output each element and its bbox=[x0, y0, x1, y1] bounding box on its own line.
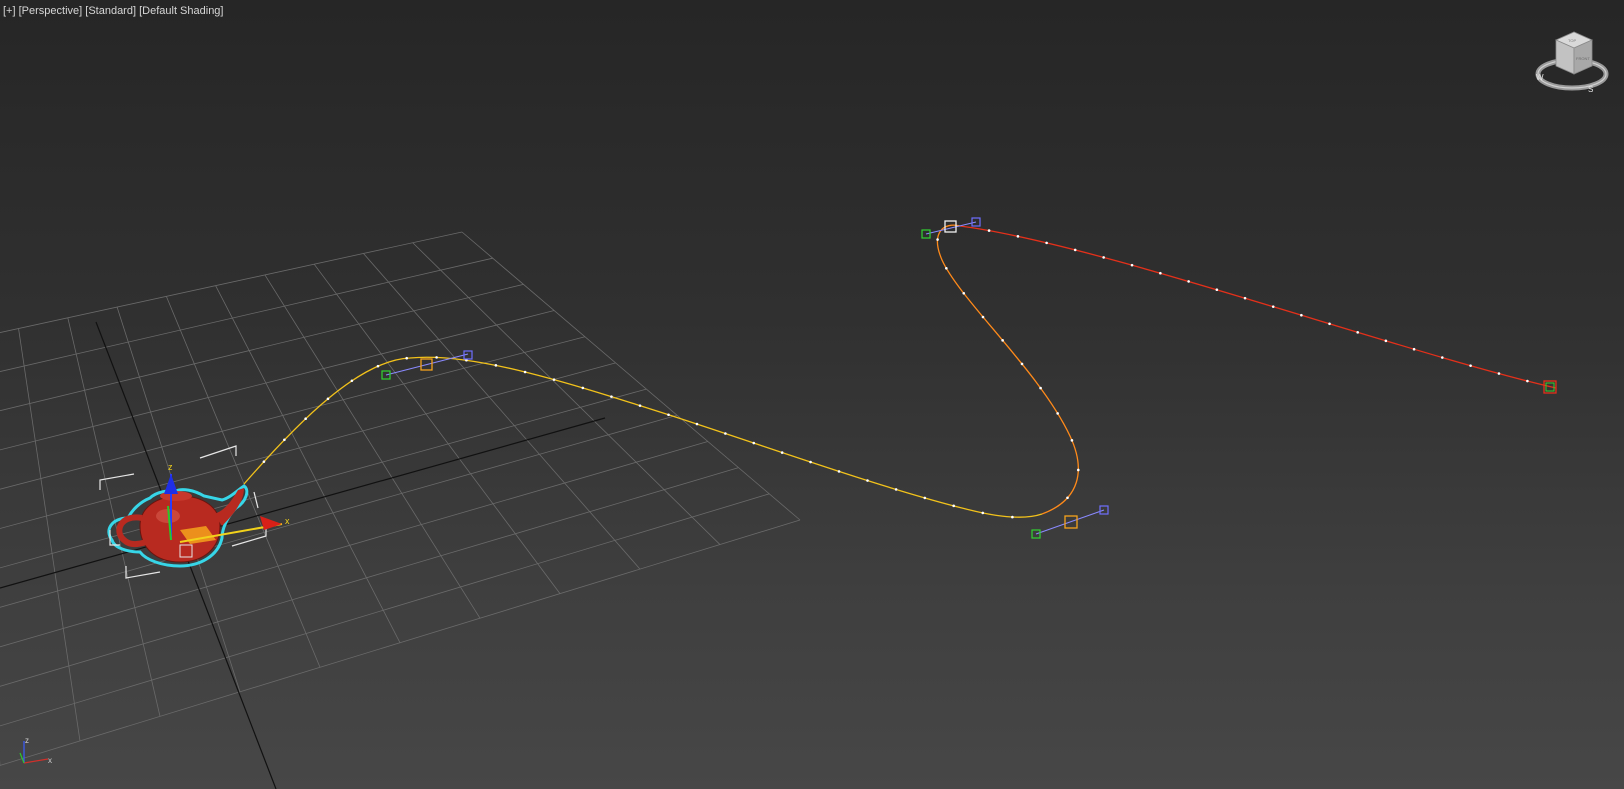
teapot-object[interactable] bbox=[99, 445, 267, 579]
home-grid bbox=[0, 231, 801, 789]
spline-step-dot bbox=[1384, 339, 1388, 343]
spline-step-dot bbox=[1001, 339, 1004, 342]
spline-step-dot bbox=[923, 496, 927, 500]
spline-segment-2[interactable] bbox=[936, 224, 1079, 515]
grid-line bbox=[0, 493, 770, 727]
viewcube-compass-s[interactable]: S bbox=[1588, 85, 1593, 94]
spline-step-dot bbox=[376, 364, 380, 368]
spline-step-dot bbox=[523, 370, 527, 374]
spline-step-dot bbox=[1215, 288, 1219, 292]
spline-interpolation-steps bbox=[262, 229, 1529, 519]
spline-segment-1[interactable] bbox=[243, 356, 1043, 518]
viewcube-top-label: TOP bbox=[1568, 38, 1576, 43]
spline-step-dot bbox=[405, 356, 408, 360]
spline-path[interactable] bbox=[243, 217, 1557, 539]
spline-step-dot bbox=[1066, 496, 1069, 500]
grid-line bbox=[363, 253, 641, 570]
spline-step-dot bbox=[780, 451, 784, 454]
grid-line bbox=[215, 285, 401, 643]
spline-step-dot bbox=[304, 417, 307, 421]
spline-step-dot bbox=[752, 441, 756, 445]
spline-step-dot bbox=[638, 404, 642, 407]
spline-step-dot bbox=[1039, 386, 1042, 390]
spline-step-dot bbox=[1526, 379, 1529, 383]
spline-step-dot bbox=[936, 238, 939, 241]
grid-line bbox=[0, 283, 524, 412]
axis-tripod-icon: x z bbox=[19, 736, 52, 765]
grid-line bbox=[0, 336, 586, 490]
spline-step-dot bbox=[809, 460, 812, 464]
spline-step-dot bbox=[326, 397, 330, 401]
grid-line bbox=[18, 328, 81, 741]
spline-step-dot bbox=[1441, 356, 1444, 359]
spline-step-dot bbox=[667, 413, 670, 417]
gizmo-x-label: x bbox=[285, 516, 290, 526]
viewcube-compass-w[interactable]: W bbox=[1536, 73, 1544, 82]
spline-step-dot bbox=[981, 511, 985, 515]
viewcube-icon[interactable]: W S TOP FRONT bbox=[1530, 28, 1614, 100]
spline-step-dot bbox=[724, 432, 727, 435]
grid-line bbox=[412, 242, 721, 545]
spline-step-dot bbox=[1076, 468, 1080, 472]
spline-step-dot bbox=[1073, 248, 1077, 252]
spline-step-dot bbox=[1187, 280, 1190, 283]
spline-step-dot bbox=[1016, 235, 1020, 238]
viewcube-front-label: FRONT bbox=[1576, 56, 1590, 61]
spline-step-dot bbox=[837, 470, 841, 473]
spline-step-dot bbox=[1070, 439, 1074, 442]
spline-step-dot bbox=[952, 504, 955, 508]
grid-line bbox=[0, 417, 606, 589]
spline-step-dot bbox=[552, 378, 556, 381]
spline-step-dot bbox=[1045, 241, 1048, 245]
spline-step-dot bbox=[494, 364, 498, 367]
grid-line bbox=[264, 274, 481, 619]
spline-step-dot bbox=[1102, 256, 1105, 259]
spline-step-dot bbox=[350, 379, 354, 383]
spline-step-dot bbox=[1020, 362, 1024, 366]
grid-line bbox=[0, 441, 708, 648]
spline-step-dot bbox=[283, 438, 286, 442]
grid-line bbox=[461, 231, 801, 521]
grid-line bbox=[0, 519, 801, 766]
spline-step-dot bbox=[435, 356, 438, 359]
gizmo-z-label: z bbox=[168, 462, 173, 472]
spline-step-dot bbox=[945, 266, 948, 270]
spline-segment-3[interactable] bbox=[959, 225, 1557, 389]
tripod-z-label: z bbox=[25, 736, 29, 745]
spline-step-dot bbox=[1130, 263, 1134, 267]
spline-step-dot bbox=[962, 292, 966, 295]
grid-line bbox=[313, 263, 561, 594]
spline-step-dot bbox=[1497, 372, 1501, 375]
spline-step-dot bbox=[894, 488, 898, 491]
spline-step-dot bbox=[1469, 364, 1472, 367]
spline-step-dot bbox=[987, 229, 991, 232]
spline-step-dot bbox=[1412, 347, 1416, 351]
spline-step-dot bbox=[1243, 296, 1247, 300]
scene-canvas[interactable]: x z bbox=[0, 0, 1624, 789]
grid-line bbox=[0, 231, 463, 333]
spline-step-dot bbox=[695, 422, 699, 426]
perspective-viewport[interactable]: [+] [Perspective] [Standard] [Default Sh… bbox=[0, 0, 1624, 789]
tripod-x-axis bbox=[23, 758, 49, 764]
spline-step-dot bbox=[610, 395, 613, 398]
spline-step-dot bbox=[262, 460, 266, 463]
spline-step-dot bbox=[981, 315, 985, 319]
spline-step-dot bbox=[1011, 515, 1014, 519]
spline-step-dot bbox=[1159, 271, 1162, 275]
spline-step-dot bbox=[866, 479, 869, 482]
spline-step-dot bbox=[1271, 305, 1275, 308]
spline-step-dot bbox=[1328, 322, 1331, 326]
grid-line bbox=[0, 362, 616, 529]
spline-step-dot bbox=[1300, 313, 1303, 317]
grid-line bbox=[0, 257, 493, 372]
handle-line-v2 bbox=[1035, 509, 1105, 535]
tripod-x-label: x bbox=[48, 756, 52, 765]
spline-step-dot bbox=[1056, 412, 1059, 415]
grid-line bbox=[0, 414, 678, 608]
spline-step-dot bbox=[1356, 331, 1359, 334]
spline-step-dot bbox=[581, 386, 585, 390]
